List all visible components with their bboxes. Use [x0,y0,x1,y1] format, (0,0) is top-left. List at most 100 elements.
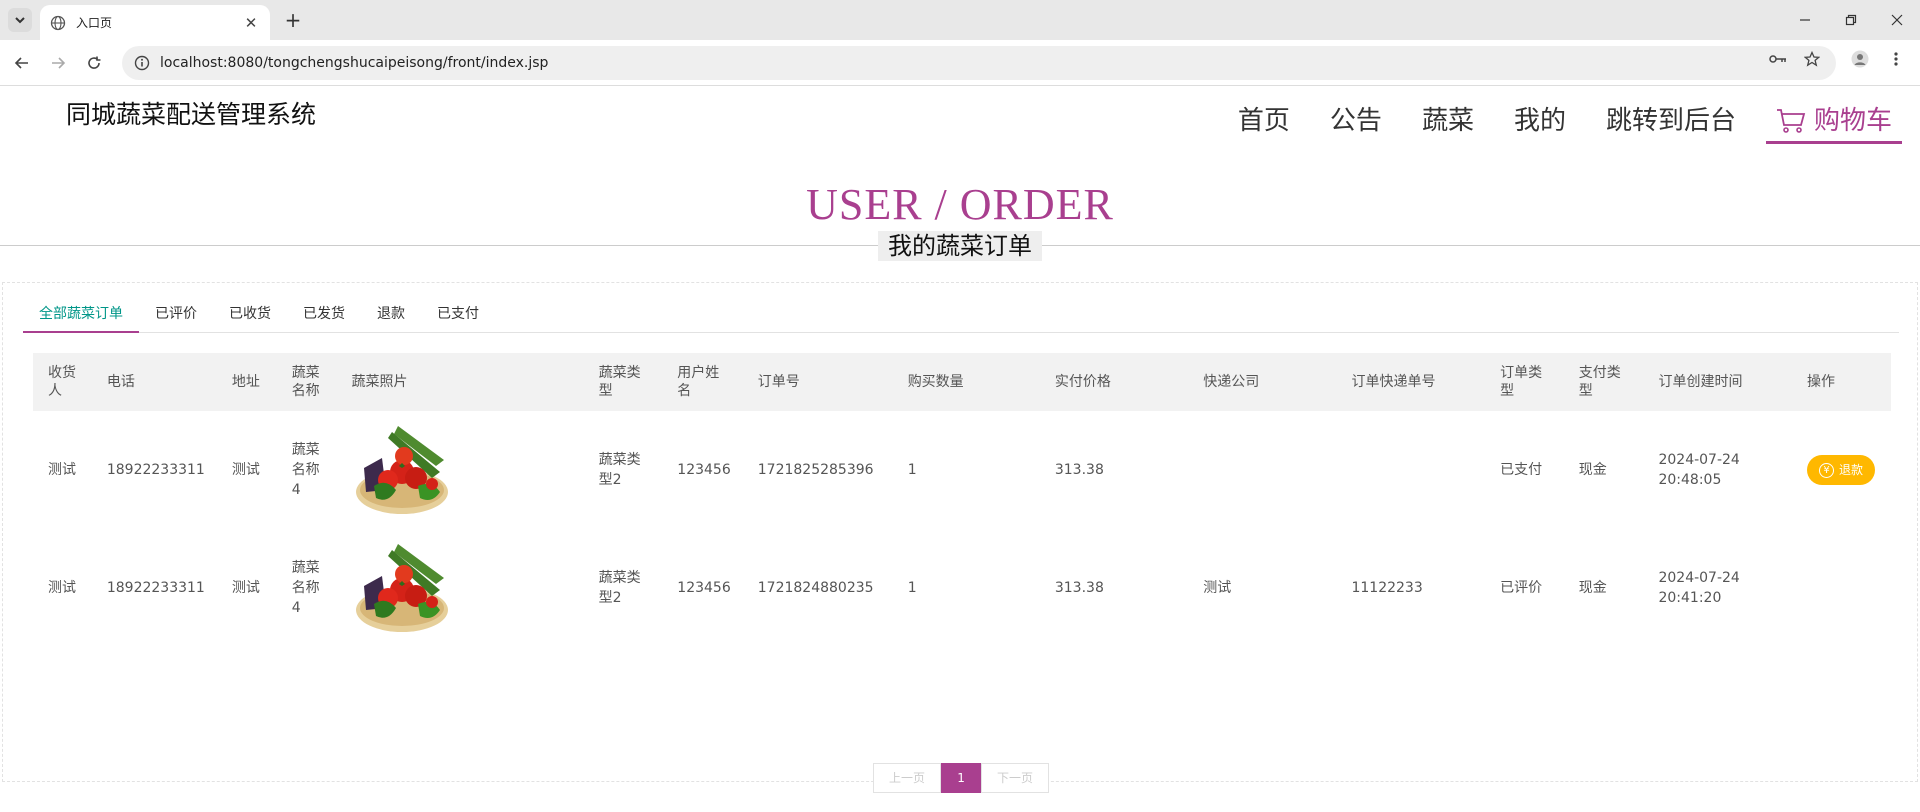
minimize-icon [1800,19,1810,21]
page: 同城蔬菜配送管理系统 首页 公告 蔬菜 我的 跳转到后台 购物车 USER / … [0,87,1920,812]
back-button[interactable] [10,51,34,75]
chevron-down-icon [15,17,25,24]
key-icon [1769,55,1786,63]
nav-notice[interactable]: 公告 [1330,101,1382,141]
col-veg-photo: 蔬菜照片 [351,374,408,390]
tab-all-orders[interactable]: 全部蔬菜订单 [23,295,139,333]
globe-icon [50,15,66,30]
cell-receiver: 测试 [48,462,76,478]
col-address: 地址 [231,374,260,390]
cell-username: 123456 [677,580,731,596]
cell-veg-name: 蔬菜名称4 [291,560,320,616]
address-bar[interactable]: localhost:8080/tongchengshucaipeisong/fr… [122,46,1836,80]
created-time: 20:48:05 [1658,472,1722,488]
created-date: 2024-07-24 [1658,452,1740,468]
tab-received[interactable]: 已收货 [213,295,287,333]
cell-veg-name: 蔬菜名称4 [291,442,320,498]
nav-vegetables[interactable]: 蔬菜 [1422,101,1474,141]
url-text: localhost:8080/tongchengshucaipeisong/fr… [160,55,549,71]
cell-username: 123456 [677,462,731,478]
cell-price: 313.38 [1054,462,1104,478]
tab-reviewed[interactable]: 已评价 [139,295,213,333]
nav-home[interactable]: 首页 [1238,101,1290,141]
restore-icon [1845,14,1857,26]
cell-pay-type: 现金 [1578,580,1607,596]
site-info-icon[interactable] [134,55,150,71]
page-title-zh: 我的蔬菜订单 [878,231,1042,261]
cell-express [1188,411,1336,529]
cell-receiver: 测试 [48,580,76,596]
cell-qty: 1 [907,580,917,596]
browser-tabstrip: 入口页 ✕ + [0,0,1920,40]
nav-cart[interactable]: 购物车 [1765,101,1902,144]
reload-icon [88,56,101,69]
nav-mine[interactable]: 我的 [1514,101,1566,141]
order-tabs: 全部蔬菜订单 已评价 已收货 已发货 退款 已支付 [23,295,1899,333]
tab-refund[interactable]: 退款 [361,295,421,333]
new-tab-button[interactable]: + [282,8,304,32]
cart-label: 购物车 [1813,106,1892,136]
col-phone: 电话 [106,374,135,390]
col-price: 实付价格 [1054,374,1111,390]
tab-search-button[interactable] [8,8,32,32]
col-tracking: 订单快递单号 [1351,374,1436,390]
cell-veg-photo [337,411,584,529]
col-qty: 购买数量 [907,374,964,390]
cell-tracking [1336,411,1485,529]
forward-button[interactable] [46,51,70,75]
browser-tab[interactable]: 入口页 ✕ [40,5,270,40]
col-veg-type: 蔬菜类型 [598,365,641,399]
col-veg-name: 蔬菜名称 [291,365,320,399]
page-number-current[interactable]: 1 [941,763,982,793]
col-receiver: 收货人 [48,365,76,399]
browser-menu-button[interactable] [1884,47,1908,71]
cell-order-no: 1721825285396 [757,462,874,478]
reload-button[interactable] [82,51,106,75]
created-date: 2024-07-24 [1658,570,1740,586]
prev-page-button[interactable]: 上一页 [873,763,942,793]
table-row: 测试 18922233311 测试 蔬菜名称4 蔬菜类型2 123456 172… [33,529,1891,647]
cell-address: 测试 [231,580,260,596]
refund-button[interactable]: ¥ 退款 [1807,455,1876,485]
col-express: 快递公司 [1203,374,1260,390]
cell-pay-type: 现金 [1578,462,1607,478]
next-page-button[interactable]: 下一页 [981,763,1050,793]
nav-admin[interactable]: 跳转到后台 [1606,101,1736,141]
tab-paid[interactable]: 已支付 [421,295,495,333]
cell-order-no: 1721824880235 [757,580,874,596]
minimize-button[interactable] [1782,0,1828,40]
cart-icon [1776,109,1806,133]
refund-label: 退款 [1839,463,1864,477]
vegetable-basket-image[interactable] [351,538,452,638]
close-icon [1891,14,1903,26]
bookmark-button[interactable] [1800,47,1824,71]
col-order-type: 订单类型 [1500,365,1543,399]
page-title-en: USER / ORDER [806,180,1114,229]
site-brand: 同城蔬菜配送管理系统 [66,100,317,129]
password-key-button[interactable] [1766,47,1790,71]
vegetable-basket-image[interactable] [351,420,452,520]
col-order-no: 订单号 [757,374,800,390]
tab-close-icon[interactable]: ✕ [242,14,260,32]
restore-button[interactable] [1828,0,1874,40]
arrow-left-icon [14,57,28,69]
table-header-row: 收货人 电话 地址 蔬菜名称 蔬菜照片 蔬菜类型 用户姓名 订单号 购买数量 实… [33,353,1891,411]
cell-qty: 1 [907,462,917,478]
arrow-right-icon [52,57,66,69]
profile-button[interactable] [1848,47,1872,71]
cell-express: 测试 [1203,580,1232,596]
more-vertical-icon [1894,52,1898,66]
created-time: 20:41:20 [1658,590,1722,606]
close-window-button[interactable] [1874,0,1920,40]
col-pay-type: 支付类型 [1578,365,1621,399]
cell-created: 2024-07-24 20:48:05 [1643,411,1792,529]
tab-shipped[interactable]: 已发货 [287,295,361,333]
cell-veg-type: 蔬菜类型2 [598,570,641,606]
star-icon [1804,51,1820,67]
orders-table: 收货人 电话 地址 蔬菜名称 蔬菜照片 蔬菜类型 用户姓名 订单号 购买数量 实… [33,353,1891,647]
avatar-icon [1851,50,1869,68]
tab-title: 入口页 [76,16,113,30]
col-username: 用户姓名 [677,365,720,399]
cell-phone: 18922233311 [106,580,205,596]
cell-action: ¥ 退款 [1792,411,1891,529]
